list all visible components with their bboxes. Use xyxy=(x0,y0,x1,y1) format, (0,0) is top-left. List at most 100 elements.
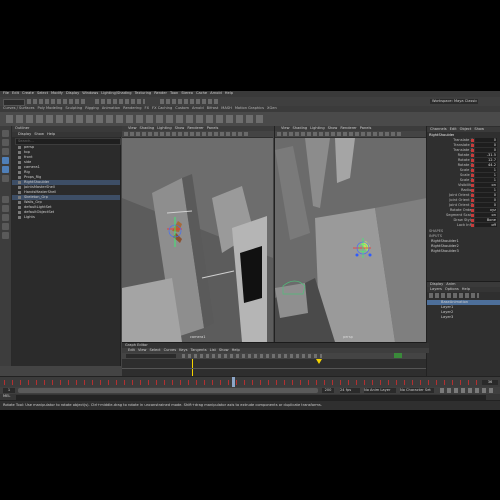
channel-value-field[interactable]: 12.7 xyxy=(475,158,497,162)
channel-tab-0[interactable]: Channels xyxy=(430,127,447,132)
range-start-field[interactable]: 1 xyxy=(3,388,15,393)
anim-layer-dropdown[interactable]: No Anim Layer xyxy=(364,388,396,393)
channel-value-field[interactable]: on xyxy=(475,183,497,187)
menu-item-8[interactable]: Texturing xyxy=(135,91,152,96)
layer-buttons[interactable] xyxy=(429,293,479,298)
channel-tab-2[interactable]: Object xyxy=(460,127,472,132)
range-bar[interactable] xyxy=(18,388,318,393)
shelf-tab-2[interactable]: Sculpting xyxy=(65,106,82,111)
character-set-dropdown[interactable]: No Character Set xyxy=(400,388,434,393)
shelf-tab-13[interactable]: XGen xyxy=(267,106,277,111)
shelf-tab-3[interactable]: Rigging xyxy=(85,106,99,111)
shelf-tab-11[interactable]: MASH xyxy=(221,106,232,111)
shelf-icons[interactable] xyxy=(6,115,266,123)
layout-four-icon[interactable] xyxy=(2,205,9,212)
channel-value-field[interactable]: 44.2 xyxy=(475,163,497,167)
shelf-tab-5[interactable]: Rendering xyxy=(123,106,141,111)
channel-value-field[interactable]: 0 xyxy=(475,193,497,197)
channel-value-field[interactable]: 0 xyxy=(475,198,497,202)
outliner-menu-item-2[interactable]: Help xyxy=(47,132,55,137)
menu-item-7[interactable]: Lighting/Shading xyxy=(101,91,131,96)
layout-single-icon[interactable] xyxy=(2,196,9,203)
layer-menu-item-0[interactable]: Layers xyxy=(430,287,442,292)
scale-tool-icon[interactable] xyxy=(2,175,9,182)
shelf-tab-8[interactable]: Custom xyxy=(175,106,189,111)
menu-item-3[interactable]: Select xyxy=(37,91,48,96)
workspace-dropdown[interactable]: Workspace: Maya Classic xyxy=(430,99,478,104)
graph-editor-green-icon[interactable] xyxy=(394,353,402,358)
render-icons[interactable] xyxy=(160,99,220,104)
range-end-field[interactable]: 200 xyxy=(322,388,334,393)
viewport-left-toolbar[interactable] xyxy=(122,131,273,138)
channel-value-field[interactable]: on xyxy=(475,213,497,217)
command-input[interactable] xyxy=(16,394,486,400)
menu-item-14[interactable]: Help xyxy=(225,91,233,96)
menu-item-5[interactable]: Display xyxy=(66,91,79,96)
channel-value-field[interactable]: 1 xyxy=(475,188,497,192)
graph-editor-curve-area[interactable] xyxy=(122,359,426,377)
outliner-item[interactable]: Lights xyxy=(12,215,120,220)
channel-value-field[interactable]: xyz xyxy=(475,208,497,212)
select-mode-icons[interactable] xyxy=(27,99,87,104)
shelf-tab-7[interactable]: FX Caching xyxy=(152,106,172,111)
menu-item-12[interactable]: Cache xyxy=(196,91,207,96)
graph-editor-tool-icons[interactable] xyxy=(182,354,322,358)
shelf-tab-6[interactable]: FX xyxy=(145,106,150,111)
anim-layer-row[interactable]: Layer3 xyxy=(427,315,500,320)
channel-value-field[interactable]: -31.5 xyxy=(475,153,497,157)
menu-item-13[interactable]: Arnold xyxy=(210,91,222,96)
layout-two-icon[interactable] xyxy=(2,214,9,221)
channel-tab-1[interactable]: Edit xyxy=(450,127,457,132)
outliner-menu-item-1[interactable]: Show xyxy=(34,132,44,137)
channel-value-field[interactable]: 0 xyxy=(475,203,497,207)
shelf-tab-9[interactable]: Arnold xyxy=(192,106,204,111)
shelf-tab-12[interactable]: Motion Graphics xyxy=(235,106,264,111)
viewport-right[interactable]: persp xyxy=(275,138,427,376)
mode-dropdown[interactable] xyxy=(3,98,25,106)
layer-editor-menu[interactable]: Layers Options Help xyxy=(427,287,500,292)
lasso-tool-icon[interactable] xyxy=(2,139,9,146)
channel-value-field[interactable]: Bone xyxy=(475,218,497,222)
channel-value-field[interactable]: 1 xyxy=(475,173,497,177)
menu-item-2[interactable]: Create xyxy=(22,91,34,96)
channel-box-tabs[interactable]: Channels Edit Object Show xyxy=(427,127,500,132)
channel-value-field[interactable]: 0 xyxy=(475,148,497,152)
shelf-tab-4[interactable]: Animation xyxy=(102,106,120,111)
playback-controls[interactable] xyxy=(440,388,495,393)
channel-row[interactable]: Lock Infl. off xyxy=(427,223,500,228)
menu-item-1[interactable]: Edit xyxy=(12,91,19,96)
select-tool-icon[interactable] xyxy=(2,130,9,137)
move-tool-icon[interactable] xyxy=(2,157,9,164)
shelf-tab-1[interactable]: Poly Modeling xyxy=(38,106,63,111)
layer-menu-item-1[interactable]: Options xyxy=(445,287,459,292)
rotate-tool-icon[interactable] xyxy=(2,166,9,173)
command-language-label[interactable]: MEL xyxy=(3,394,15,399)
channel-value-field[interactable]: off xyxy=(475,223,497,227)
layout-graph-icon[interactable] xyxy=(2,232,9,239)
menu-item-10[interactable]: Toon xyxy=(170,91,178,96)
snap-icons[interactable] xyxy=(95,99,145,104)
layer-menu-item-2[interactable]: Help xyxy=(462,287,470,292)
channel-value-field[interactable]: 1 xyxy=(475,168,497,172)
channel-value-field[interactable]: 0 xyxy=(475,143,497,147)
channel-tab-3[interactable]: Show xyxy=(474,127,484,132)
channel-value-field[interactable]: 0 xyxy=(475,138,497,142)
outliner-menu[interactable]: Display Show Help xyxy=(12,132,123,137)
fps-dropdown[interactable]: 24 fps xyxy=(340,388,360,393)
shelf-tab-0[interactable]: Curves / Surfaces xyxy=(3,106,35,111)
viewport-right-toolbar[interactable] xyxy=(275,131,427,138)
menu-item-9[interactable]: Render xyxy=(154,91,167,96)
menu-item-11[interactable]: Stereo xyxy=(181,91,193,96)
viewport-left[interactable]: camera1 xyxy=(122,138,273,376)
current-frame-field[interactable]: 36 xyxy=(482,380,498,385)
outliner-search-input[interactable]: Search... xyxy=(15,138,121,145)
shelf-tab-10[interactable]: Bifrost xyxy=(207,106,219,111)
paint-select-tool-icon[interactable] xyxy=(2,148,9,155)
menu-item-4[interactable]: Modify xyxy=(51,91,63,96)
menu-item-0[interactable]: File xyxy=(3,91,9,96)
outliner-menu-item-0[interactable]: Display xyxy=(18,132,31,137)
menu-item-6[interactable]: Windows xyxy=(82,91,98,96)
input-node[interactable]: RightShoulder3 xyxy=(431,249,459,254)
channel-value-field[interactable]: 1 xyxy=(475,178,497,182)
layout-outliner-icon[interactable] xyxy=(2,223,9,230)
